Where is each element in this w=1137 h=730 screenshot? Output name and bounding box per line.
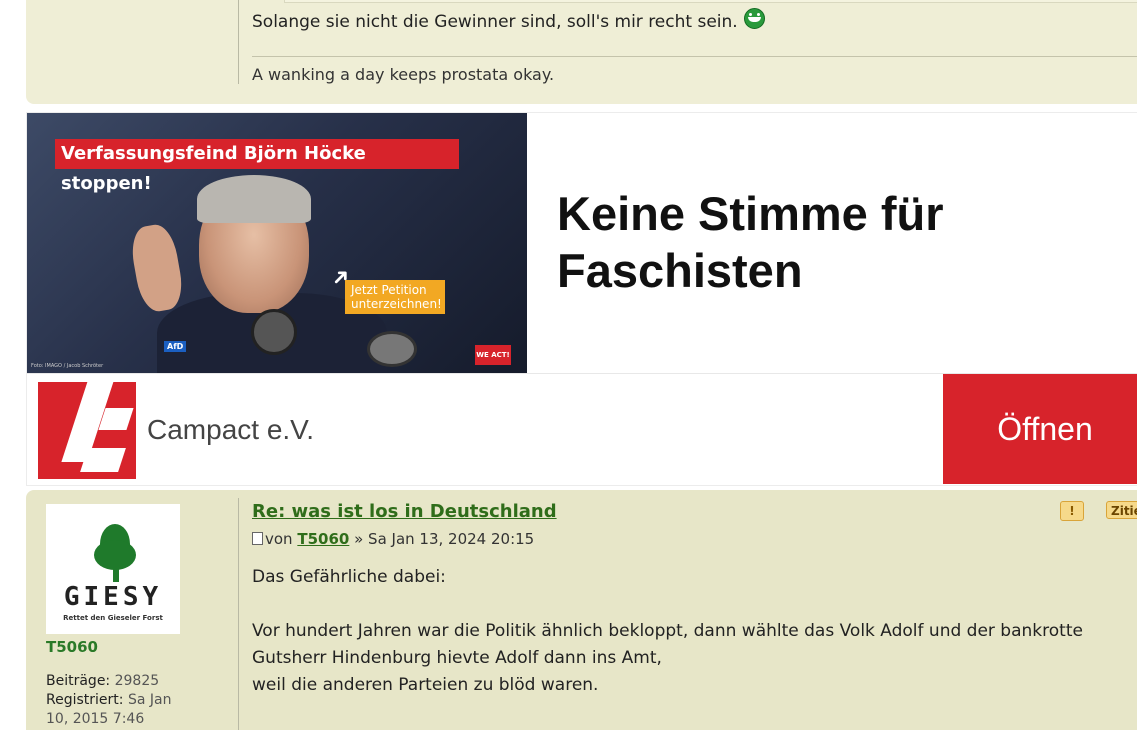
ad-image[interactable]: Verfassungsfeind Björn Höcke stoppen! ➜ … xyxy=(27,113,527,373)
registered-label: Registriert: xyxy=(46,692,124,708)
forum-post: GIESY Rettet den Gieseler Forst T5060 Be… xyxy=(26,490,1137,730)
ad-figure-hand xyxy=(127,221,187,315)
ad-headline[interactable]: Keine Stimme für Faschisten xyxy=(557,185,944,299)
advertiser-name[interactable]: Campact e.V. xyxy=(147,414,314,446)
post-body-line: Das Gefährliche dabei: xyxy=(252,567,446,587)
petition-badge: Jetzt Petition unterzeichnen! xyxy=(345,280,445,314)
microphone-icon xyxy=(367,331,417,367)
post-date: » Sa Jan 13, 2024 20:15 xyxy=(354,530,535,548)
signature: A wanking a day keeps prostata okay. xyxy=(252,65,555,84)
ad-headline-line-1: Keine Stimme für xyxy=(557,187,944,240)
profile-username[interactable]: T5060 xyxy=(46,638,98,656)
meta-prefix: von xyxy=(265,530,293,548)
previous-post: Solange sie nicht die Gewinner sind, sol… xyxy=(26,0,1137,104)
post-icon[interactable] xyxy=(252,532,263,545)
signature-divider xyxy=(252,56,1137,57)
post-body: Das Gefährliche dabei: Vor hundert Jahre… xyxy=(252,564,1083,699)
posts-label: Beiträge: xyxy=(46,673,111,689)
ad-figure-hair xyxy=(197,175,311,223)
grin-smiley-icon xyxy=(743,8,765,29)
ad-banner-text: Verfassungsfeind Björn Höcke stoppen! xyxy=(55,139,459,194)
microphone-icon xyxy=(251,309,297,355)
post-body-line: Gutsherr Hindenburg hievte Adolf dann in… xyxy=(252,648,662,668)
avatar-claim: Rettet den Gieseler Forst xyxy=(63,614,163,622)
report-button[interactable]: ! xyxy=(1060,501,1084,521)
posts-count: 29825 xyxy=(114,673,160,689)
tree-trunk xyxy=(113,564,119,582)
petition-line-2: unterzeichnen! xyxy=(351,297,442,311)
open-button[interactable]: Öffnen xyxy=(943,374,1137,484)
profile-stats: Beiträge: 29825 Registriert: Sa Jan 10, … xyxy=(46,672,171,729)
party-badge: AfD xyxy=(164,341,187,352)
ad-footer: Campact e.V. Öffnen xyxy=(27,373,1137,486)
avatar[interactable]: GIESY Rettet den Gieseler Forst xyxy=(46,504,180,634)
petition-line-1: Jetzt Petition xyxy=(351,283,427,297)
advertisement[interactable]: Verfassungsfeind Björn Höcke stoppen! ➜ … xyxy=(26,112,1137,486)
post-title[interactable]: Re: was ist los in Deutschland xyxy=(252,501,557,522)
post-body-line: weil die anderen Parteien zu blöd waren. xyxy=(252,675,599,695)
previous-post-text: Solange sie nicht die Gewinner sind, sol… xyxy=(252,8,765,32)
post-body-line: Vor hundert Jahren war die Politik ähnli… xyxy=(252,621,1083,641)
quote-button[interactable]: Zitie xyxy=(1106,501,1137,519)
ad-headline-line-2: Faschisten xyxy=(557,244,803,297)
avatar-title: GIESY xyxy=(63,582,163,612)
previous-post-line: Solange sie nicht die Gewinner sind, sol… xyxy=(252,12,738,32)
post-author[interactable]: T5060 xyxy=(297,530,349,548)
post-body-blank xyxy=(252,591,1083,618)
profile-divider xyxy=(238,498,239,730)
we-act-logo: WE ACT! xyxy=(475,345,511,365)
registered-date: Sa Jan xyxy=(127,692,172,708)
photo-credit: Foto: IMAGO / Jacob Schröter xyxy=(31,363,104,369)
quote-box-end xyxy=(284,0,1137,3)
profile-divider xyxy=(238,0,239,84)
post-meta: von T5060 » Sa Jan 13, 2024 20:15 xyxy=(252,530,534,548)
registered-date-cont: 10, 2015 7:46 xyxy=(46,711,145,727)
campact-logo-icon[interactable] xyxy=(38,382,136,479)
